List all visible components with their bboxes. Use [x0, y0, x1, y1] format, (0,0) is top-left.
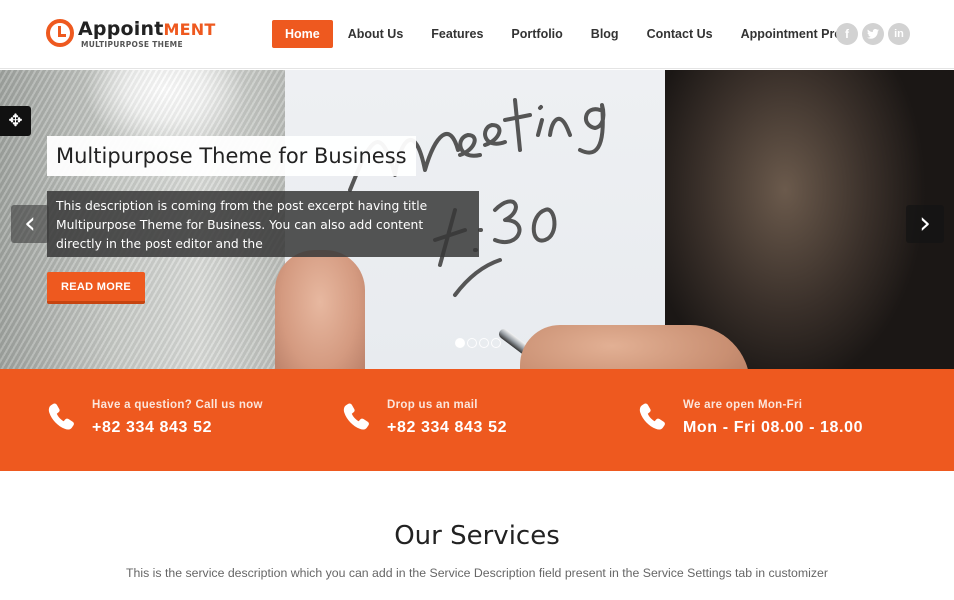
move-icon[interactable]: ✥: [0, 106, 31, 136]
read-more-button[interactable]: READ MORE: [47, 272, 145, 304]
nav-features[interactable]: Features: [418, 20, 496, 48]
clock-icon: [46, 19, 74, 47]
phone-icon: [639, 403, 665, 430]
contact-value: +82 334 843 52: [387, 419, 508, 436]
slide-title: Multipurpose Theme for Business: [47, 136, 416, 176]
logo-title-accent: ment: [163, 20, 216, 39]
logo-title-dark: Appoint: [78, 18, 164, 40]
slider-dot-2[interactable]: [467, 338, 477, 348]
nav-contact-us[interactable]: Contact Us: [634, 20, 726, 48]
phone-icon: [343, 403, 369, 430]
logo-title: Appointment: [78, 18, 215, 41]
contact-label: We are open Mon-Fri: [683, 399, 803, 411]
contact-label: Have a question? Call us now: [92, 399, 263, 411]
site-header: Appointment MULTIPURPOSE THEME Home Abou…: [0, 0, 954, 69]
meeting-handwriting: [348, 98, 606, 297]
contact-info-band: Have a question? Call us now +82 334 843…: [0, 369, 954, 471]
nav-blog[interactable]: Blog: [578, 20, 632, 48]
twitter-icon[interactable]: [862, 23, 884, 45]
nav-about-us[interactable]: About Us: [335, 20, 417, 48]
site-logo[interactable]: Appointment MULTIPURPOSE THEME: [46, 18, 215, 49]
linkedin-icon[interactable]: in: [888, 23, 910, 45]
social-links: f in: [836, 23, 914, 45]
slide-image-hand-left: [275, 250, 365, 369]
main-nav: Home About Us Features Portfolio Blog Co…: [272, 20, 857, 48]
slider-dot-3[interactable]: [479, 338, 489, 348]
slide-description: This description is coming from the post…: [47, 191, 479, 257]
contact-label: Drop us an mail: [387, 399, 478, 411]
contact-value: +82 334 843 52: [92, 419, 213, 436]
slider-dot-1[interactable]: [455, 338, 465, 348]
chevron-right-icon: ›: [919, 206, 931, 241]
nav-portfolio[interactable]: Portfolio: [498, 20, 575, 48]
contact-item-hours: We are open Mon-Fri Mon - Fri 08.00 - 18…: [637, 399, 863, 437]
nav-home[interactable]: Home: [272, 20, 333, 48]
slider-next-button[interactable]: ›: [906, 205, 944, 243]
contact-value: Mon - Fri 08.00 - 18.00: [683, 419, 864, 436]
contact-item-call: Have a question? Call us now +82 334 843…: [46, 399, 263, 437]
hero-slider: ✥ Multipurpose Theme for Business This d…: [0, 70, 954, 369]
slide-image-hand-right: [520, 325, 750, 369]
contact-item-mail: Drop us an mail +82 334 843 52: [341, 399, 507, 437]
services-description: This is the service description which yo…: [126, 566, 828, 580]
chevron-left-icon: ‹: [24, 206, 36, 241]
services-heading: Our Services: [394, 521, 560, 551]
phone-icon: [48, 403, 74, 430]
logo-subtitle: MULTIPURPOSE THEME: [81, 40, 183, 49]
facebook-icon[interactable]: f: [836, 23, 858, 45]
slider-pagination: [455, 338, 503, 348]
slider-prev-button[interactable]: ‹: [11, 205, 49, 243]
slider-dot-4[interactable]: [491, 338, 501, 348]
